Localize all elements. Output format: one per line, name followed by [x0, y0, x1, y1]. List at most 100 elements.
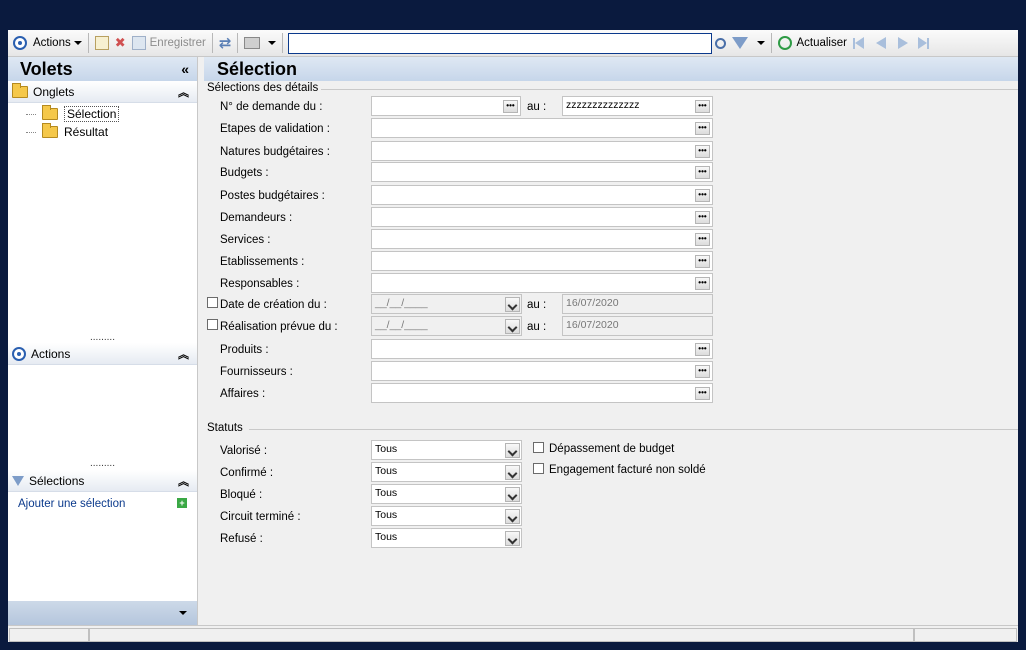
ellipsis-button[interactable]: •••	[695, 343, 710, 356]
plus-icon[interactable]: +	[177, 498, 187, 508]
actions-section-header[interactable]: Actions ︽	[8, 343, 197, 365]
field-label: Produits :	[220, 344, 269, 356]
selection-form: Sélection Sélections des détails N° de d…	[204, 57, 1018, 625]
tree-item-label: Résultat	[64, 125, 109, 139]
au-label: au :	[527, 101, 547, 113]
add-selection-link[interactable]: Ajouter une sélection +	[8, 494, 197, 514]
bloque-select[interactable]: Tous	[371, 484, 522, 504]
demandeurs-field[interactable]: •••	[371, 207, 713, 227]
filter-button[interactable]	[729, 32, 768, 54]
ellipsis-button[interactable]: •••	[503, 100, 518, 113]
selections-section-header[interactable]: Sélections ︽	[8, 470, 197, 492]
demande-to-value: zzzzzzzzzzzzzz	[566, 99, 640, 111]
save-button[interactable]: Enregistrer	[129, 32, 209, 54]
search-input[interactable]	[288, 32, 713, 54]
folder-icon	[12, 82, 28, 98]
dropdown-arrow-icon[interactable]	[505, 487, 520, 502]
toolbar-separator	[771, 33, 773, 53]
chevron-down-icon[interactable]	[179, 611, 187, 615]
toolbar-separator	[87, 33, 89, 53]
dropdown-arrow-icon[interactable]	[505, 465, 520, 480]
realisation-checkbox[interactable]	[207, 319, 218, 330]
etablissements-field[interactable]: •••	[371, 251, 713, 271]
ellipsis-button[interactable]: •••	[695, 211, 710, 224]
filter-icon	[12, 475, 24, 486]
produits-field[interactable]: •••	[371, 339, 713, 359]
delete-icon[interactable]: ✖	[112, 32, 129, 54]
volets-panel: Volets « Onglets ︽ Sélection Résultat ..…	[8, 57, 198, 625]
collapse-panel-button[interactable]: «	[181, 61, 189, 77]
services-field[interactable]: •••	[371, 229, 713, 249]
ellipsis-button[interactable]: •••	[695, 233, 710, 246]
ellipsis-button[interactable]: •••	[695, 277, 710, 290]
au-label: au :	[527, 321, 547, 333]
ellipsis-button[interactable]: •••	[695, 255, 710, 268]
search-icon[interactable]	[712, 32, 729, 54]
fournisseurs-field[interactable]: •••	[371, 361, 713, 381]
onglets-section-header[interactable]: Onglets ︽	[8, 81, 197, 103]
first-record-icon[interactable]	[850, 32, 867, 54]
select-value: Tous	[375, 465, 398, 477]
postes-field[interactable]: •••	[371, 185, 713, 205]
last-record-icon[interactable]	[915, 32, 932, 54]
chevron-up-icon[interactable]: ︽	[178, 84, 189, 100]
group-divider	[314, 89, 1018, 90]
sync-icon[interactable]: ⇄	[216, 32, 235, 54]
dropdown-arrow-icon[interactable]	[505, 297, 520, 312]
dropdown-arrow-icon[interactable]	[505, 319, 520, 334]
dropdown-arrow-icon[interactable]	[505, 443, 520, 458]
etapes-field[interactable]: •••	[371, 118, 713, 138]
demande-from-field[interactable]: •••	[371, 96, 521, 116]
responsables-field[interactable]: •••	[371, 273, 713, 293]
date-to-value: 16/07/2020	[566, 297, 619, 309]
field-label: Budgets :	[220, 167, 269, 179]
new-icon[interactable]	[92, 32, 112, 54]
dropdown-arrow-icon[interactable]	[505, 531, 520, 546]
demande-to-field[interactable]: zzzzzzzzzzzzzz •••	[562, 96, 713, 116]
actions-icon	[12, 346, 26, 361]
statut-label: Circuit terminé :	[220, 511, 301, 523]
print-button[interactable]	[241, 32, 279, 54]
ellipsis-button[interactable]: •••	[695, 365, 710, 378]
refuse-select[interactable]: Tous	[371, 528, 522, 548]
confirme-select[interactable]: Tous	[371, 462, 522, 482]
natures-field[interactable]: •••	[371, 141, 713, 161]
volets-title: Volets	[20, 58, 73, 79]
affaires-field[interactable]: •••	[371, 383, 713, 403]
demande-label: N° de demande du :	[220, 101, 323, 113]
circuit-select[interactable]: Tous	[371, 506, 522, 526]
ellipsis-button[interactable]: •••	[695, 145, 710, 158]
ellipsis-button[interactable]: •••	[695, 189, 710, 202]
select-value: Tous	[375, 443, 398, 455]
actions-menu-button[interactable]: Actions	[30, 32, 85, 54]
engagement-checkbox[interactable]	[533, 463, 544, 474]
chevron-up-icon[interactable]: ︽	[178, 473, 189, 489]
refresh-button[interactable]: Actualiser	[775, 32, 850, 54]
actions-menu-icon[interactable]	[10, 32, 30, 54]
next-record-icon[interactable]	[895, 32, 911, 54]
ellipsis-button[interactable]: •••	[695, 100, 710, 113]
splitter-1[interactable]: .........	[8, 333, 197, 343]
tree-item-selection[interactable]: Sélection	[26, 105, 197, 123]
field-label: Postes budgétaires :	[220, 190, 325, 202]
budgets-field[interactable]: •••	[371, 162, 713, 182]
depassement-checkbox[interactable]	[533, 442, 544, 453]
realisation-to-field[interactable]: 16/07/2020	[562, 316, 713, 336]
ellipsis-button[interactable]: •••	[695, 166, 710, 179]
ellipsis-button[interactable]: •••	[695, 387, 710, 400]
add-selection-label: Ajouter une sélection	[18, 498, 126, 510]
splitter-2[interactable]: .........	[8, 459, 197, 469]
realisation-from-field[interactable]: __/__/____	[371, 316, 522, 336]
tree-item-resultat[interactable]: Résultat	[26, 123, 197, 141]
chevron-up-icon[interactable]: ︽	[178, 346, 189, 362]
previous-record-icon[interactable]	[873, 32, 889, 54]
status-cell	[9, 628, 89, 642]
dropdown-arrow-icon[interactable]	[505, 509, 520, 524]
ellipsis-button[interactable]: •••	[695, 122, 710, 135]
valorise-select[interactable]: Tous	[371, 440, 522, 460]
date-creation-from-field[interactable]: __/__/____	[371, 294, 522, 314]
field-label: Responsables :	[220, 278, 300, 290]
date-creation-to-field[interactable]: 16/07/2020	[562, 294, 713, 314]
date-creation-checkbox[interactable]	[207, 297, 218, 308]
page-title: Sélection	[204, 57, 1018, 81]
